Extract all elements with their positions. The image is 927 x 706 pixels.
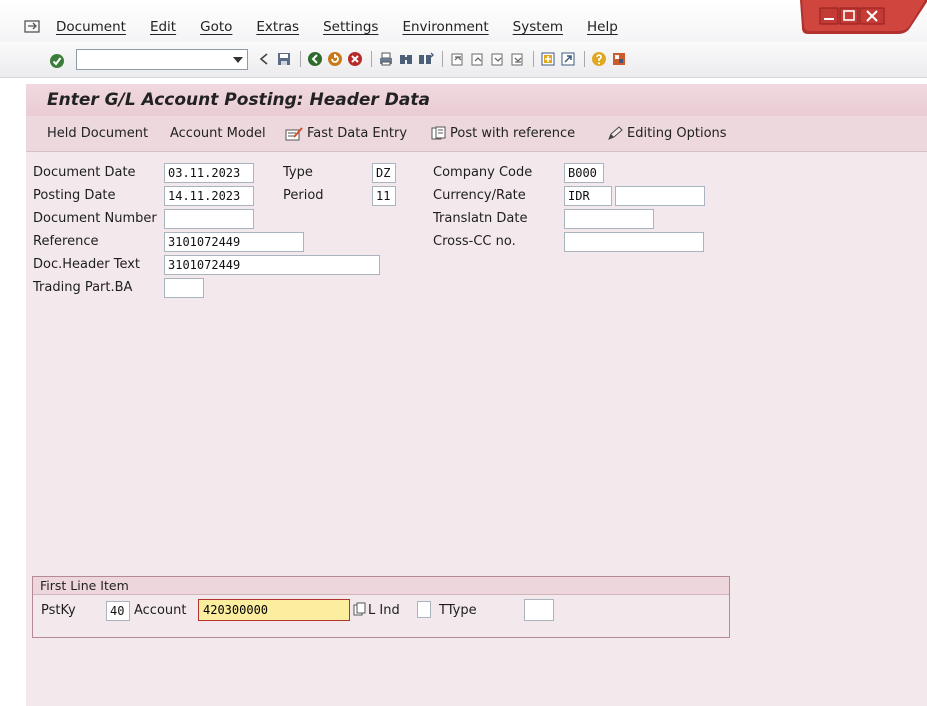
reference-field[interactable] xyxy=(164,232,304,252)
menu-environment[interactable]: Environment xyxy=(402,19,488,35)
document-type-field[interactable] xyxy=(372,163,396,183)
menu-system-icon[interactable] xyxy=(24,20,42,34)
editing-options-label: Editing Options xyxy=(627,126,727,141)
toolbar-separator xyxy=(584,51,585,67)
create-session-icon[interactable] xyxy=(540,51,556,67)
application-toolbar: Held Document Account Model Fast Data En… xyxy=(26,116,927,152)
work-area: Enter G/L Account Posting: Header Data H… xyxy=(26,84,927,706)
account-model-label: Account Model xyxy=(170,126,266,141)
exchange-rate-field[interactable] xyxy=(615,186,705,206)
translation-date-field[interactable] xyxy=(564,209,654,229)
period-field[interactable] xyxy=(372,186,396,206)
currency-field[interactable] xyxy=(564,186,612,206)
value-help-icon[interactable] xyxy=(353,602,366,620)
cancel-icon[interactable] xyxy=(347,51,363,67)
currency-rate-label: Currency/Rate xyxy=(433,188,526,203)
pencil-icon xyxy=(608,126,623,140)
menu-goto[interactable]: Goto xyxy=(200,19,232,35)
print-icon[interactable] xyxy=(378,51,394,67)
back-icon[interactable] xyxy=(256,51,272,67)
trading-part-label: Trading Part.BA xyxy=(33,280,133,295)
toolbar-separator xyxy=(533,51,534,67)
menu-bar: Document Edit Goto Extras Settings Envir… xyxy=(0,0,927,42)
save-icon[interactable] xyxy=(276,51,292,67)
page-title: Enter G/L Account Posting: Header Data xyxy=(47,90,430,110)
command-dropdown-icon[interactable] xyxy=(233,57,243,63)
sgl-ind-label: L Ind xyxy=(368,603,400,618)
doc-header-text-field[interactable] xyxy=(164,255,380,275)
maximize-icon[interactable] xyxy=(839,7,859,25)
command-field[interactable] xyxy=(76,49,248,70)
menu-settings[interactable]: Settings xyxy=(323,19,378,35)
posting-date-field[interactable] xyxy=(164,186,254,206)
menu-help[interactable]: Help xyxy=(587,19,618,35)
close-icon[interactable] xyxy=(859,7,885,25)
account-field[interactable] xyxy=(199,600,349,620)
find-next-icon[interactable] xyxy=(418,51,434,67)
find-icon[interactable] xyxy=(398,51,414,67)
pstky-label: PstKy xyxy=(41,603,76,618)
cross-cc-field[interactable] xyxy=(564,232,704,252)
next-page-icon[interactable] xyxy=(489,51,505,67)
help-icon[interactable] xyxy=(591,51,607,67)
fast-data-entry-label: Fast Data Entry xyxy=(307,126,408,141)
previous-page-icon[interactable] xyxy=(469,51,485,67)
held-document-label: Held Document xyxy=(47,126,149,141)
company-code-label: Company Code xyxy=(433,165,533,180)
company-code-field[interactable] xyxy=(564,163,604,183)
trading-part-field[interactable] xyxy=(164,278,204,298)
shortcut-icon[interactable] xyxy=(560,51,576,67)
period-label: Period xyxy=(283,188,324,203)
account-field-focus xyxy=(198,599,350,621)
document-number-field[interactable] xyxy=(164,209,254,229)
back-green-icon[interactable] xyxy=(307,51,323,67)
post-with-reference-icon xyxy=(431,126,446,140)
post-with-reference-button[interactable]: Post with reference xyxy=(430,126,575,141)
document-date-field[interactable] xyxy=(164,163,254,183)
account-model-button[interactable]: Account Model xyxy=(170,126,266,141)
reference-label: Reference xyxy=(33,234,99,249)
ttype-label: TType xyxy=(439,603,477,618)
customize-layout-icon[interactable] xyxy=(611,51,627,67)
title-bar: Enter G/L Account Posting: Header Data xyxy=(26,84,927,116)
menu-document[interactable]: Document xyxy=(56,19,126,35)
document-number-label: Document Number xyxy=(33,211,157,226)
post-with-reference-label: Post with reference xyxy=(450,126,576,141)
toolbar-separator xyxy=(300,51,301,67)
fast-data-entry-button[interactable]: Fast Data Entry xyxy=(284,126,407,141)
exit-icon[interactable] xyxy=(327,51,343,67)
first-line-item-group: First Line Item PstKy Account L Ind TTyp… xyxy=(32,576,730,638)
minimize-icon[interactable] xyxy=(819,7,839,25)
editing-options-button[interactable]: Editing Options xyxy=(606,126,727,141)
menu-extras[interactable]: Extras xyxy=(256,19,299,35)
toolbar-separator xyxy=(371,51,372,67)
fast-data-entry-icon xyxy=(285,127,303,141)
transaction-type-field[interactable] xyxy=(524,599,554,621)
last-page-icon[interactable] xyxy=(509,51,525,67)
first-line-item-title: First Line Item xyxy=(40,578,129,593)
posting-date-label: Posting Date xyxy=(33,188,116,203)
cross-cc-label: Cross-CC no. xyxy=(433,234,516,249)
first-line-item-header: First Line Item xyxy=(33,577,729,595)
window-controls xyxy=(800,0,927,40)
type-label: Type xyxy=(283,165,313,180)
toolbar-icons xyxy=(256,51,631,67)
enter-icon[interactable] xyxy=(49,53,65,69)
menu-system[interactable]: System xyxy=(513,19,563,35)
translation-date-label: Translatn Date xyxy=(433,211,528,226)
document-date-label: Document Date xyxy=(33,165,136,180)
held-document-button[interactable]: Held Document xyxy=(47,126,148,141)
standard-toolbar xyxy=(0,42,927,78)
menu-list: Document Edit Goto Extras Settings Envir… xyxy=(24,19,642,35)
first-page-icon[interactable] xyxy=(449,51,465,67)
sgl-ind-field[interactable] xyxy=(417,601,431,618)
menu-edit[interactable]: Edit xyxy=(150,19,176,35)
command-input[interactable] xyxy=(77,50,225,69)
toolbar-separator xyxy=(442,51,443,67)
posting-key-field[interactable] xyxy=(106,601,130,621)
account-label: Account xyxy=(134,603,187,618)
doc-header-text-label: Doc.Header Text xyxy=(33,257,141,272)
